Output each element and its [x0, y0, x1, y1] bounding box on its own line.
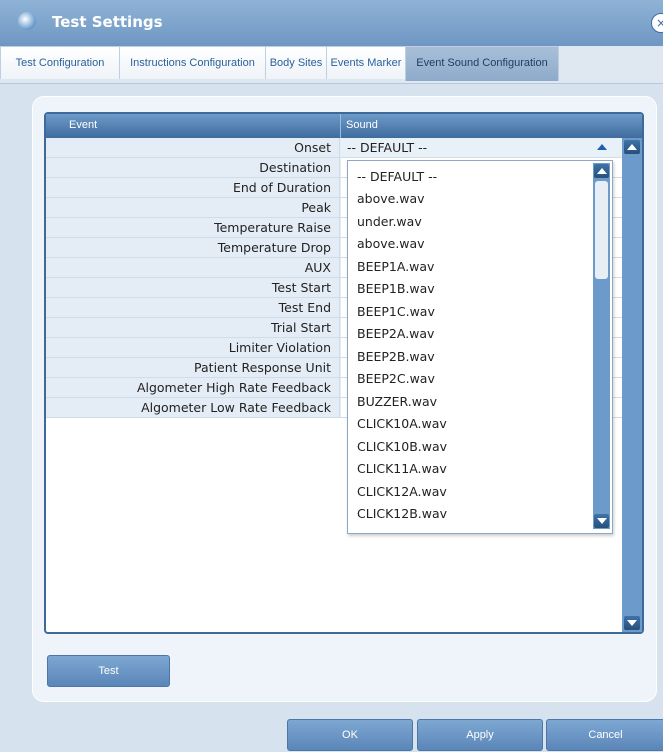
sound-dropdown-list[interactable]: -- DEFAULT -- above.wav under.wav above.… — [347, 160, 613, 534]
close-icon[interactable]: × — [651, 13, 663, 33]
dropdown-option[interactable]: BEEP2B.wav — [357, 346, 435, 368]
event-cell: Test Start — [46, 278, 340, 297]
tab-event-sound-configuration[interactable]: Event Sound Configuration — [405, 46, 559, 81]
app-icon — [18, 12, 36, 30]
apply-button[interactable]: Apply — [417, 719, 543, 751]
scroll-up-icon[interactable] — [594, 164, 609, 178]
title-bar: Test Settings × — [0, 0, 663, 46]
dropdown-option[interactable]: BUZZER.wav — [357, 391, 437, 413]
dropdown-option[interactable]: CLICK11A.wav — [357, 458, 447, 480]
ok-button[interactable]: OK — [287, 719, 413, 751]
grid-header: Event Sound — [46, 114, 642, 138]
sound-select-value: -- DEFAULT -- — [347, 140, 428, 155]
dropdown-option[interactable]: BEEP1C.wav — [357, 301, 435, 323]
column-header-event[interactable]: Event — [69, 119, 97, 131]
sound-select[interactable]: -- DEFAULT -- — [341, 138, 622, 157]
table-row[interactable]: Onset -- DEFAULT -- — [46, 138, 622, 158]
dropdown-option[interactable]: CLICK12B.wav — [357, 503, 447, 525]
dropdown-arrow-icon[interactable] — [597, 144, 607, 150]
dropdown-option[interactable]: CLICK10B.wav — [357, 436, 447, 458]
scroll-down-icon[interactable] — [624, 616, 640, 630]
scroll-thumb[interactable] — [595, 181, 608, 279]
event-cell: Limiter Violation — [46, 338, 340, 357]
event-cell: Peak — [46, 198, 340, 217]
dropdown-option[interactable]: under.wav — [357, 211, 422, 233]
tab-test-configuration[interactable]: Test Configuration — [0, 46, 120, 79]
scroll-up-icon[interactable] — [624, 140, 640, 154]
event-cell: Algometer Low Rate Feedback — [46, 398, 340, 417]
dropdown-option[interactable]: CLICK12A.wav — [357, 481, 447, 503]
dropdown-option[interactable]: above.wav — [357, 188, 425, 210]
dropdown-option[interactable]: BEEP2C.wav — [357, 368, 435, 390]
event-cell: Trial Start — [46, 318, 340, 337]
dropdown-option[interactable]: BEEP1A.wav — [357, 256, 434, 278]
test-button[interactable]: Test — [47, 655, 170, 687]
column-divider[interactable] — [340, 114, 341, 138]
event-cell: AUX — [46, 258, 340, 277]
grid-scrollbar[interactable] — [622, 138, 642, 632]
scroll-down-icon[interactable] — [594, 514, 609, 528]
dropdown-option[interactable]: BEEP1B.wav — [357, 278, 435, 300]
tab-events-marker[interactable]: Events Marker — [326, 46, 406, 79]
event-cell: Onset — [46, 138, 340, 157]
event-cell: Destination — [46, 158, 340, 177]
dropdown-option[interactable]: above.wav — [357, 233, 425, 255]
dropdown-option[interactable]: -- DEFAULT -- — [357, 166, 437, 188]
cancel-button[interactable]: Cancel — [546, 719, 663, 751]
dropdown-option[interactable]: BEEP2A.wav — [357, 323, 434, 345]
dropdown-option[interactable]: CLICK10A.wav — [357, 413, 447, 435]
event-cell: End of Duration — [46, 178, 340, 197]
window-title: Test Settings — [52, 13, 163, 31]
dropdown-scrollbar[interactable] — [593, 163, 610, 529]
tab-instructions-configuration[interactable]: Instructions Configuration — [119, 46, 266, 79]
event-cell: Algometer High Rate Feedback — [46, 378, 340, 397]
event-cell: Patient Response Unit — [46, 358, 340, 377]
event-cell: Temperature Drop — [46, 238, 340, 257]
event-cell: Temperature Raise — [46, 218, 340, 237]
tab-strip: Test Configuration Instructions Configur… — [0, 46, 663, 84]
column-header-sound[interactable]: Sound — [346, 119, 378, 131]
tab-body-sites[interactable]: Body Sites — [265, 46, 327, 79]
event-cell: Test End — [46, 298, 340, 317]
